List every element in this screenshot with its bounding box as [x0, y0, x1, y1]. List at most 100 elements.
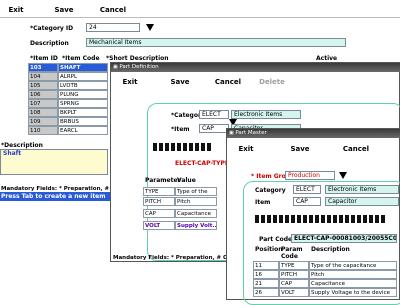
item-group-dropdown-icon[interactable]	[339, 172, 347, 179]
description2-label: *Description	[1, 142, 43, 149]
description-cell: Supply Voltage to the device	[309, 288, 397, 297]
item-code-cell: SPRNG	[58, 99, 108, 108]
item-id-header: *Item ID	[30, 55, 58, 62]
table-row[interactable]: 110 EARCL	[28, 126, 108, 135]
table-row[interactable]: 16 PITCH Pitch	[253, 270, 397, 279]
item-input[interactable]: CAP	[199, 124, 229, 133]
table-row[interactable]: 105 LVDTB	[28, 81, 108, 90]
category-desc: Electronic Items	[325, 185, 399, 194]
position-cell: 16	[253, 270, 279, 279]
item-code-cell: LVDTB	[58, 81, 108, 90]
part-master-window: ▣ Part Master Exit Save Cancel * Item Gr…	[226, 128, 400, 305]
part-code-value: ELECT-CAP-00081003/20055C001V2	[291, 234, 397, 243]
category-input[interactable]: ELECT	[293, 185, 321, 194]
item-code-cell: ALRPL	[58, 72, 108, 81]
table-row[interactable]: TYPE Type of the	[143, 187, 217, 196]
save-button[interactable]: Save	[167, 75, 193, 88]
item-code-cell: SHAFT	[58, 63, 108, 72]
item-code-cell: BRBUS	[58, 117, 108, 126]
exit-button[interactable]: Exit	[233, 142, 259, 155]
exit-button[interactable]: Exit	[117, 75, 143, 88]
table-row[interactable]: PITCH Pitch	[143, 197, 217, 206]
item-id-cell: 106	[28, 90, 58, 99]
param-code-cell: VOLT	[279, 288, 309, 297]
save-button[interactable]: Save	[52, 3, 76, 16]
status-text: Press Tab to create a new item	[1, 193, 106, 200]
cancel-button[interactable]: Cancel	[211, 75, 245, 88]
param-desc-cell: Type of the	[175, 187, 217, 196]
cancel-button[interactable]: Cancel	[96, 3, 130, 16]
part-code-label: Part Code	[259, 236, 293, 243]
item-label: Item	[255, 199, 271, 206]
description-label: Description	[30, 40, 69, 47]
table-row[interactable]: 11 TYPE Type of the capacitance	[253, 261, 397, 270]
table-row[interactable]: 108 BKPLT	[28, 108, 108, 117]
short-desc-header: *Short Description	[106, 55, 169, 62]
window-title: Part Definition	[119, 64, 159, 70]
param-cell: CAP	[143, 209, 175, 218]
category-label: Category	[255, 187, 286, 194]
param-desc-cell: Supply Volt...	[175, 221, 217, 230]
position-header: Position	[255, 246, 283, 253]
table-row[interactable]: VOLT Supply Volt...	[143, 221, 217, 230]
item-group-select[interactable]: Production	[285, 171, 335, 180]
description-cell: Pitch	[309, 270, 397, 279]
exit-button[interactable]: Exit	[4, 3, 28, 16]
window-title: Part Master	[235, 130, 267, 136]
item-id-cell: 109	[28, 117, 58, 126]
item-id-cell: 110	[28, 126, 58, 135]
item-id-cell: 103	[28, 63, 58, 72]
active-header: Active	[316, 55, 338, 62]
save-button[interactable]: Save	[287, 142, 313, 155]
param-cell: VOLT	[143, 221, 175, 230]
cancel-button[interactable]: Cancel	[339, 142, 373, 155]
description-cell: Capacitance	[309, 279, 397, 288]
parameter-header: Parameter	[145, 177, 181, 184]
param-cell: TYPE	[143, 187, 175, 196]
table-row[interactable]: 21 CAP Capacitance	[253, 279, 397, 288]
table-row[interactable]: 104 ALRPL	[28, 72, 108, 81]
table-row[interactable]: 26 VOLT Supply Voltage to the device	[253, 288, 397, 297]
item-id-cell: 108	[28, 108, 58, 117]
table-row[interactable]: 103 SHAFT	[28, 63, 108, 72]
part-definition-titlebar: ▣ Part Definition	[111, 63, 400, 72]
item-code-cell: BKPLT	[58, 108, 108, 117]
category-desc: Electronic Items	[231, 110, 301, 119]
position-cell: 21	[253, 279, 279, 288]
table-row[interactable]: CAP Capacitance	[143, 209, 217, 218]
param-desc-cell: Pitch	[175, 197, 217, 206]
param-code-header: Param Code	[281, 246, 303, 260]
part-master-titlebar: ▣ Part Master	[227, 129, 400, 138]
param-code-cell: CAP	[279, 279, 309, 288]
description-cell: Type of the capacitance	[309, 261, 397, 270]
category-dropdown-icon[interactable]	[146, 24, 154, 31]
table-row[interactable]: 109 BRBUS	[28, 117, 108, 126]
description2-textarea[interactable]: Shaft	[0, 149, 108, 175]
category-input[interactable]: ELECT	[199, 110, 229, 119]
item-input[interactable]: CAP	[293, 197, 321, 206]
code-segment-strip	[255, 215, 385, 223]
item-code-header: *Item Code	[62, 55, 100, 62]
item-id-cell: 105	[28, 81, 58, 90]
value-header: Value	[177, 177, 196, 184]
item-desc: Capacitor	[325, 197, 399, 206]
item-id-cell: 104	[28, 72, 58, 81]
item-label: *Item	[171, 126, 190, 133]
param-code-cell: PITCH	[279, 270, 309, 279]
code-segment-strip	[153, 143, 211, 151]
item-id-cell: 107	[28, 99, 58, 108]
table-row[interactable]: 106 PLUNG	[28, 90, 108, 99]
category-id-label: *Category ID	[30, 25, 74, 32]
category-id-input[interactable]: 24	[86, 23, 140, 32]
description-input[interactable]: Mechanical Items	[86, 38, 346, 47]
delete-button[interactable]: Delete	[257, 75, 287, 88]
position-cell: 26	[253, 288, 279, 297]
param-cell: PITCH	[143, 197, 175, 206]
description-header: Description	[311, 246, 350, 253]
item-code-cell: EARCL	[58, 126, 108, 135]
item-list: 103 SHAFT 104 ALRPL 105 LVDTB 106 PLUNG …	[28, 63, 110, 137]
table-row[interactable]: 107 SPRNG	[28, 99, 108, 108]
param-code-cell: TYPE	[279, 261, 309, 270]
item-code-cell: PLUNG	[58, 90, 108, 99]
position-cell: 11	[253, 261, 279, 270]
